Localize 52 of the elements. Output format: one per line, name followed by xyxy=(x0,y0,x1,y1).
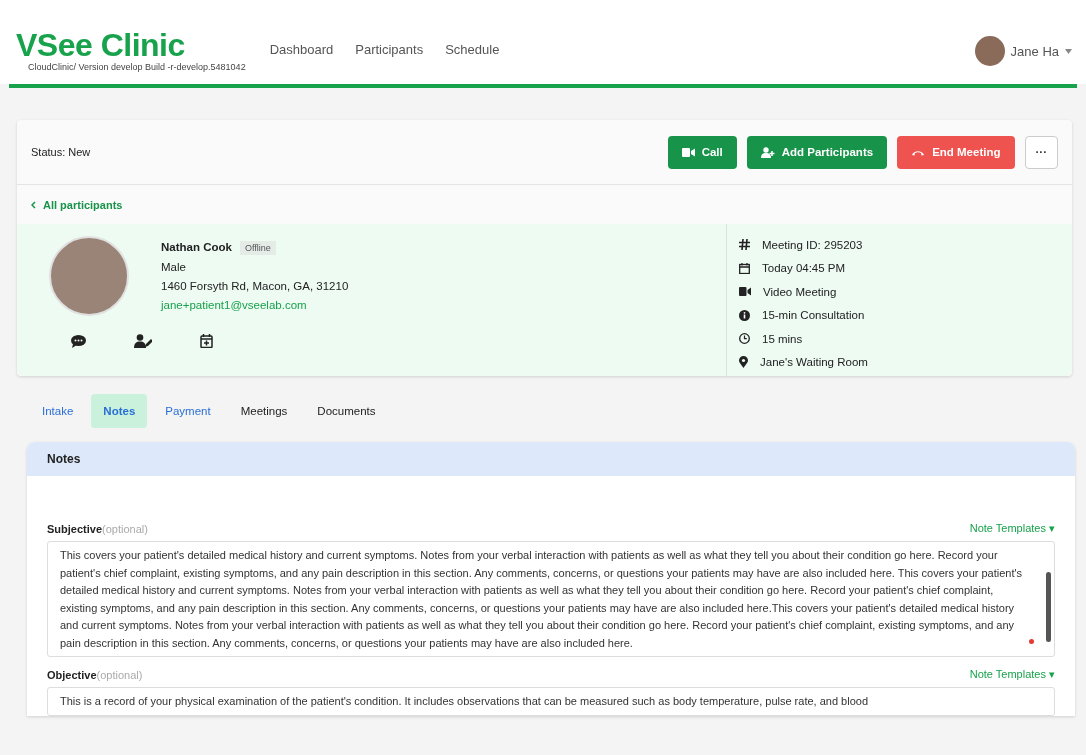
meeting-detail: Jane's Waiting Room xyxy=(760,356,868,369)
patient-email[interactable]: jane+patient1@vseelab.com xyxy=(161,299,307,311)
add-user-icon xyxy=(760,146,775,158)
status-text: Status: New xyxy=(31,146,91,158)
tab[interactable]: Documents xyxy=(305,394,388,428)
end-button[interactable]: End Meeting xyxy=(897,135,1015,169)
clinic-logo[interactable]: VSee Clinic xyxy=(16,28,246,62)
patient-gender: Male xyxy=(161,260,187,275)
tab[interactable]: Payment xyxy=(153,394,223,428)
meeting-detail: 15-min Consultation xyxy=(762,309,865,322)
status-dot-icon xyxy=(1029,639,1034,644)
meeting-detail: 15 mins xyxy=(762,332,803,345)
nav-link[interactable]: Participants xyxy=(355,42,424,57)
calendar-plus-icon[interactable] xyxy=(200,334,213,348)
user-edit-icon[interactable] xyxy=(134,334,152,348)
video-icon xyxy=(739,287,751,297)
meeting-detail: Meeting ID: 295203 xyxy=(762,238,863,251)
clock-icon xyxy=(739,333,750,345)
section-label: Subjective(optional) xyxy=(47,522,148,535)
note-templates-link[interactable]: Note Templates ▾ xyxy=(969,522,1055,535)
back-link[interactable]: All participants xyxy=(43,198,123,211)
tab[interactable]: Notes xyxy=(91,394,148,428)
user-avatar[interactable] xyxy=(974,36,1005,66)
note-templates-link[interactable]: Note Templates ▾ xyxy=(969,668,1055,681)
info-icon xyxy=(739,309,750,321)
meeting-detail: Video Meeting xyxy=(763,285,837,298)
hang-up-icon xyxy=(911,148,926,156)
note-field[interactable]: This is a record of your physical examination of the patient's condition. It includes observations that can be measured such as body temperature, pulse rate, and blood xyxy=(47,687,1055,716)
scrollbar-thumb[interactable] xyxy=(1046,572,1051,642)
map-pin-icon xyxy=(739,356,748,369)
chevron-left-icon xyxy=(31,200,36,209)
version-text: CloudClinic/ Version develop Build -r-develop.5481042 xyxy=(28,62,246,73)
section-label: Objective(optional) xyxy=(47,668,143,681)
patient-name: Nathan Cook xyxy=(161,241,232,253)
hash-icon xyxy=(739,239,750,251)
user-menu[interactable]: Jane Ha xyxy=(1010,43,1059,59)
video-icon xyxy=(681,147,695,157)
add-button[interactable]: Add Participants xyxy=(746,135,888,169)
meeting-detail: Today 04:45 PM xyxy=(762,262,846,275)
more-button[interactable]: ··· xyxy=(1024,135,1058,169)
notes-title: Notes xyxy=(47,452,81,466)
tab[interactable]: Intake xyxy=(30,394,86,428)
calendar-icon xyxy=(739,262,750,274)
tab[interactable]: Meetings xyxy=(228,394,300,428)
patient-address: 1460 Forsyth Rd, Macon, GA, 31210 xyxy=(161,279,349,294)
caret-icon xyxy=(1065,48,1072,54)
nav-link[interactable]: Schedule xyxy=(445,42,500,57)
nav-link[interactable]: Dashboard xyxy=(269,42,334,57)
call-button[interactable]: Call xyxy=(667,135,737,169)
note-field[interactable]: This covers your patient's detailed medical history and current symptoms. Notes from your verbal interaction with patients as well as what they tell you about their condition go here. Record your patient's chief complaint, existing symptoms, and any pain description in this section. Any comments, concerns, or questions your patients may have are also included here. This covers your patient's detailed medical history and current symptoms. Notes from your verbal interaction with patients as well as what they tell you about their condition go here. Record your patient's chief complaint, existing symptoms, and any pain description in this section. Any comments, concerns, or questions your patients may have are also included here.This covers your patient's detailed medical history and current symptoms. Notes from your verbal interaction with patients as well as what they tell you about their condition go here. Record your patient's chief complaint, existing symptoms, and any pain description in this section. Any comments, concerns, or questions your patients may have are also included here. xyxy=(47,541,1055,657)
chat-icon[interactable] xyxy=(71,334,86,348)
presence-badge: Offline xyxy=(239,241,276,255)
